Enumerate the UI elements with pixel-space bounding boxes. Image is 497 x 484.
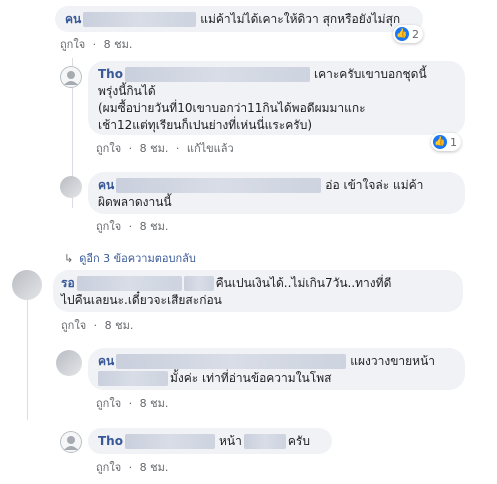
redacted-name	[116, 354, 347, 369]
avatar[interactable]	[60, 431, 82, 453]
like-link[interactable]: ถูกใจ	[96, 220, 121, 233]
commenter-name[interactable]: รอ	[61, 276, 75, 290]
redacted-name	[124, 434, 215, 449]
like-link[interactable]: ถูกใจ	[96, 142, 121, 155]
reply-arrow-icon: ↳	[64, 252, 74, 265]
like-icon: 👍	[395, 27, 409, 41]
commenter-name[interactable]: คน	[65, 12, 81, 26]
commenter-name[interactable]: คน	[98, 178, 114, 192]
commenter-name[interactable]: Tho	[98, 434, 123, 448]
avatar[interactable]	[12, 270, 42, 300]
like-link[interactable]: ถูกใจ	[96, 397, 121, 410]
comment-bubble: คน แผงวางขายหน้า มั้งค่ะ เท่าที่อ่านข้อคว…	[88, 348, 465, 390]
thread-line	[27, 300, 28, 420]
commenter-name[interactable]: คน	[98, 354, 114, 368]
like-icon: 👍	[433, 135, 447, 149]
comment-meta: ถูกใจ · 8 ชม.	[96, 220, 169, 233]
comment-bubble: Tho เคาะครับเขาบอกชุดนี้ พรุ่งนี้กินได้ (…	[88, 61, 465, 135]
comment-bubble: คน แม่ค้าไม่ได้เคาะให้ดิวา สุกหรือยังไม่ส…	[55, 6, 423, 32]
reaction-count[interactable]: 👍 1	[431, 133, 461, 151]
comment-bubble: Tho หน้า ครับ	[88, 428, 332, 454]
redacted-name	[83, 12, 197, 27]
redacted-text	[183, 276, 214, 291]
timestamp[interactable]: 8 ชม.	[140, 397, 169, 410]
timestamp[interactable]: 8 ชม.	[140, 220, 169, 233]
timestamp[interactable]: 8 ชม.	[105, 319, 134, 332]
reaction-count[interactable]: 👍 2	[393, 25, 423, 43]
edited-label[interactable]: แก้ไขแล้ว	[187, 142, 234, 155]
commenter-name[interactable]: Tho	[98, 67, 123, 81]
like-link[interactable]: ถูกใจ	[60, 38, 85, 51]
timestamp[interactable]: 8 ชม.	[140, 142, 169, 155]
avatar[interactable]	[60, 66, 82, 88]
comment-meta: ถูกใจ · 8 ชม.	[60, 38, 133, 51]
comment-meta: ถูกใจ · 8 ชม.	[96, 397, 169, 410]
timestamp[interactable]: 8 ชม.	[140, 461, 169, 474]
like-link[interactable]: ถูกใจ	[61, 319, 86, 332]
avatar[interactable]	[56, 350, 82, 376]
comment-bubble: คน อ่อ เข้าใจล่ะ แม่ค้า ผิดพลาดงานนี้	[88, 172, 465, 214]
comment-meta: ถูกใจ · 8 ชม.	[61, 319, 134, 332]
redacted-name	[116, 178, 322, 193]
redacted-name	[76, 276, 182, 291]
redacted-name	[124, 67, 310, 82]
comment-meta: ถูกใจ · 8 ชม. · แก้ไขแล้ว	[96, 142, 234, 155]
like-link[interactable]: ถูกใจ	[96, 461, 121, 474]
redacted-text	[98, 371, 168, 386]
more-replies-link[interactable]: ↳ ดูอีก 3 ข้อความตอบกลับ	[64, 249, 196, 267]
redacted-text	[243, 434, 286, 449]
timestamp[interactable]: 8 ชม.	[104, 38, 133, 51]
comment-meta: ถูกใจ · 8 ชม.	[96, 461, 169, 474]
comment-bubble: รอ คืนเปนเงินได้..ไม่เกิน7วัน..ทางที่ดี ไ…	[53, 270, 463, 312]
avatar[interactable]	[60, 176, 82, 198]
comment-text: แม่ค้าไม่ได้เคาะให้ดิวา สุกหรือยังไม่สุก	[200, 12, 401, 26]
